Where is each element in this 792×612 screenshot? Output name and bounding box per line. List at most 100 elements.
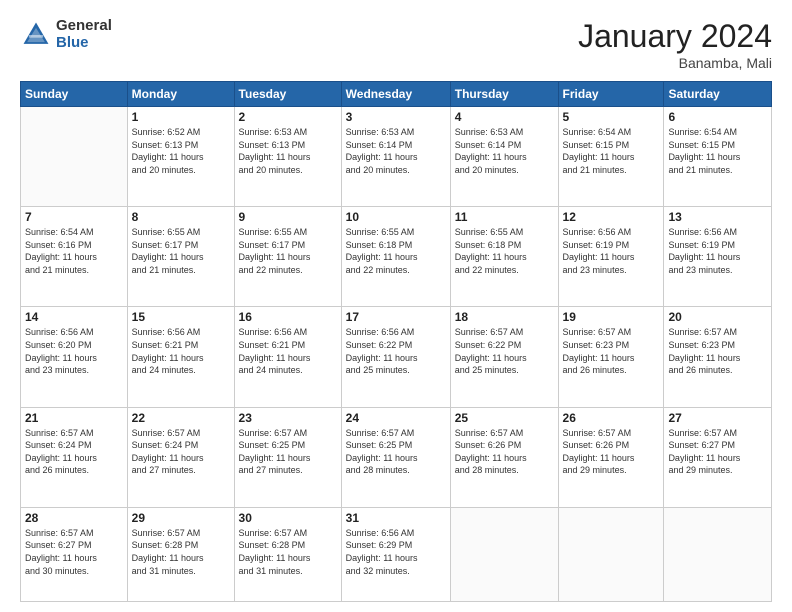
day-info: Sunrise: 6:56 AM Sunset: 6:19 PM Dayligh…	[563, 226, 660, 276]
week-row-2: 7Sunrise: 6:54 AM Sunset: 6:16 PM Daylig…	[21, 207, 772, 307]
day-info: Sunrise: 6:57 AM Sunset: 6:26 PM Dayligh…	[455, 427, 554, 477]
day-info: Sunrise: 6:56 AM Sunset: 6:20 PM Dayligh…	[25, 326, 123, 376]
day-info: Sunrise: 6:57 AM Sunset: 6:23 PM Dayligh…	[668, 326, 767, 376]
day-number: 27	[668, 411, 767, 425]
day-info: Sunrise: 6:53 AM Sunset: 6:14 PM Dayligh…	[346, 126, 446, 176]
header: General Blue January 2024 Banamba, Mali	[20, 18, 772, 71]
day-cell: 21Sunrise: 6:57 AM Sunset: 6:24 PM Dayli…	[21, 407, 128, 507]
day-number: 17	[346, 310, 446, 324]
day-cell: 3Sunrise: 6:53 AM Sunset: 6:14 PM Daylig…	[341, 107, 450, 207]
day-cell: 28Sunrise: 6:57 AM Sunset: 6:27 PM Dayli…	[21, 507, 128, 601]
day-cell: 12 Sunrise: 6:56 AM Sunset: 6:19 PM Dayli…	[558, 207, 664, 307]
day-number: 15	[132, 310, 230, 324]
day-info: Sunrise: 6:54 AM Sunset: 6:15 PM Dayligh…	[563, 126, 660, 176]
day-info: Sunrise: 6:57 AM Sunset: 6:22 PM Dayligh…	[455, 326, 554, 376]
weekday-header-monday: Monday	[127, 82, 234, 107]
day-info: Sunrise: 6:56 AM Sunset: 6:29 PM Dayligh…	[346, 527, 446, 577]
day-number: 26	[563, 411, 660, 425]
day-info: Sunrise: 6:57 AM Sunset: 6:26 PM Dayligh…	[563, 427, 660, 477]
weekday-header-row: SundayMondayTuesdayWednesdayThursdayFrid…	[21, 82, 772, 107]
day-info: Sunrise: 6:57 AM Sunset: 6:27 PM Dayligh…	[668, 427, 767, 477]
day-number: 23	[239, 411, 337, 425]
logo-blue-text: Blue	[56, 35, 112, 52]
logo-text: General Blue	[56, 18, 112, 51]
day-cell: 19 Sunrise: 6:57 AM Sunset: 6:23 PM Dayli…	[558, 307, 664, 407]
day-number: 19	[563, 310, 660, 324]
day-cell: 30 Sunrise: 6:57 AM Sunset: 6:28 PM Dayli…	[234, 507, 341, 601]
day-info: Sunrise: 6:57 AM Sunset: 6:24 PM Dayligh…	[132, 427, 230, 477]
day-info: Sunrise: 6:56 AM Sunset: 6:21 PM Dayligh…	[132, 326, 230, 376]
week-row-5: 28Sunrise: 6:57 AM Sunset: 6:27 PM Dayli…	[21, 507, 772, 601]
day-number: 10	[346, 210, 446, 224]
logo-icon	[20, 19, 52, 51]
day-cell	[664, 507, 772, 601]
day-number: 2	[239, 110, 337, 124]
day-info: Sunrise: 6:53 AM Sunset: 6:13 PM Dayligh…	[239, 126, 337, 176]
day-info: Sunrise: 6:57 AM Sunset: 6:23 PM Dayligh…	[563, 326, 660, 376]
day-info: Sunrise: 6:57 AM Sunset: 6:24 PM Dayligh…	[25, 427, 123, 477]
day-cell: 23 Sunrise: 6:57 AM Sunset: 6:25 PM Dayli…	[234, 407, 341, 507]
day-number: 22	[132, 411, 230, 425]
day-number: 30	[239, 511, 337, 525]
day-number: 6	[668, 110, 767, 124]
day-info: Sunrise: 6:57 AM Sunset: 6:27 PM Dayligh…	[25, 527, 123, 577]
day-info: Sunrise: 6:55 AM Sunset: 6:17 PM Dayligh…	[239, 226, 337, 276]
week-row-1: 1Sunrise: 6:52 AM Sunset: 6:13 PM Daylig…	[21, 107, 772, 207]
day-info: Sunrise: 6:57 AM Sunset: 6:25 PM Dayligh…	[346, 427, 446, 477]
day-cell: 26 Sunrise: 6:57 AM Sunset: 6:26 PM Dayli…	[558, 407, 664, 507]
day-info: Sunrise: 6:57 AM Sunset: 6:28 PM Dayligh…	[239, 527, 337, 577]
day-info: Sunrise: 6:52 AM Sunset: 6:13 PM Dayligh…	[132, 126, 230, 176]
day-cell: 13 Sunrise: 6:56 AM Sunset: 6:19 PM Dayli…	[664, 207, 772, 307]
day-number: 29	[132, 511, 230, 525]
day-number: 13	[668, 210, 767, 224]
logo-general-text: General	[56, 18, 112, 35]
day-info: Sunrise: 6:55 AM Sunset: 6:17 PM Dayligh…	[132, 226, 230, 276]
day-cell	[21, 107, 128, 207]
day-info: Sunrise: 6:56 AM Sunset: 6:22 PM Dayligh…	[346, 326, 446, 376]
day-cell: 1Sunrise: 6:52 AM Sunset: 6:13 PM Daylig…	[127, 107, 234, 207]
day-cell: 29Sunrise: 6:57 AM Sunset: 6:28 PM Dayli…	[127, 507, 234, 601]
day-cell	[450, 507, 558, 601]
day-cell: 8 Sunrise: 6:55 AM Sunset: 6:17 PM Daylig…	[127, 207, 234, 307]
day-info: Sunrise: 6:53 AM Sunset: 6:14 PM Dayligh…	[455, 126, 554, 176]
day-number: 18	[455, 310, 554, 324]
day-cell: 27 Sunrise: 6:57 AM Sunset: 6:27 PM Dayli…	[664, 407, 772, 507]
calendar-subtitle: Banamba, Mali	[578, 55, 772, 71]
weekday-header-friday: Friday	[558, 82, 664, 107]
day-cell: 16 Sunrise: 6:56 AM Sunset: 6:21 PM Dayli…	[234, 307, 341, 407]
weekday-header-thursday: Thursday	[450, 82, 558, 107]
day-cell: 18 Sunrise: 6:57 AM Sunset: 6:22 PM Dayli…	[450, 307, 558, 407]
week-row-3: 14Sunrise: 6:56 AM Sunset: 6:20 PM Dayli…	[21, 307, 772, 407]
day-cell	[558, 507, 664, 601]
day-info: Sunrise: 6:56 AM Sunset: 6:21 PM Dayligh…	[239, 326, 337, 376]
day-number: 8	[132, 210, 230, 224]
title-area: January 2024 Banamba, Mali	[578, 18, 772, 71]
day-cell: 6Sunrise: 6:54 AM Sunset: 6:15 PM Daylig…	[664, 107, 772, 207]
day-number: 12	[563, 210, 660, 224]
day-number: 20	[668, 310, 767, 324]
day-number: 9	[239, 210, 337, 224]
day-number: 31	[346, 511, 446, 525]
weekday-header-sunday: Sunday	[21, 82, 128, 107]
day-info: Sunrise: 6:54 AM Sunset: 6:16 PM Dayligh…	[25, 226, 123, 276]
day-number: 25	[455, 411, 554, 425]
day-cell: 7Sunrise: 6:54 AM Sunset: 6:16 PM Daylig…	[21, 207, 128, 307]
day-number: 16	[239, 310, 337, 324]
day-cell: 15 Sunrise: 6:56 AM Sunset: 6:21 PM Dayli…	[127, 307, 234, 407]
day-info: Sunrise: 6:55 AM Sunset: 6:18 PM Dayligh…	[346, 226, 446, 276]
day-cell: 31 Sunrise: 6:56 AM Sunset: 6:29 PM Dayli…	[341, 507, 450, 601]
day-number: 11	[455, 210, 554, 224]
weekday-header-saturday: Saturday	[664, 82, 772, 107]
day-cell: 14Sunrise: 6:56 AM Sunset: 6:20 PM Dayli…	[21, 307, 128, 407]
day-info: Sunrise: 6:55 AM Sunset: 6:18 PM Dayligh…	[455, 226, 554, 276]
day-cell: 4Sunrise: 6:53 AM Sunset: 6:14 PM Daylig…	[450, 107, 558, 207]
day-cell: 24Sunrise: 6:57 AM Sunset: 6:25 PM Dayli…	[341, 407, 450, 507]
calendar-table: SundayMondayTuesdayWednesdayThursdayFrid…	[20, 81, 772, 602]
week-row-4: 21Sunrise: 6:57 AM Sunset: 6:24 PM Dayli…	[21, 407, 772, 507]
day-number: 5	[563, 110, 660, 124]
calendar-page: General Blue January 2024 Banamba, Mali …	[0, 0, 792, 612]
day-info: Sunrise: 6:57 AM Sunset: 6:25 PM Dayligh…	[239, 427, 337, 477]
day-cell: 17 Sunrise: 6:56 AM Sunset: 6:22 PM Dayli…	[341, 307, 450, 407]
day-cell: 22 Sunrise: 6:57 AM Sunset: 6:24 PM Dayli…	[127, 407, 234, 507]
day-info: Sunrise: 6:56 AM Sunset: 6:19 PM Dayligh…	[668, 226, 767, 276]
